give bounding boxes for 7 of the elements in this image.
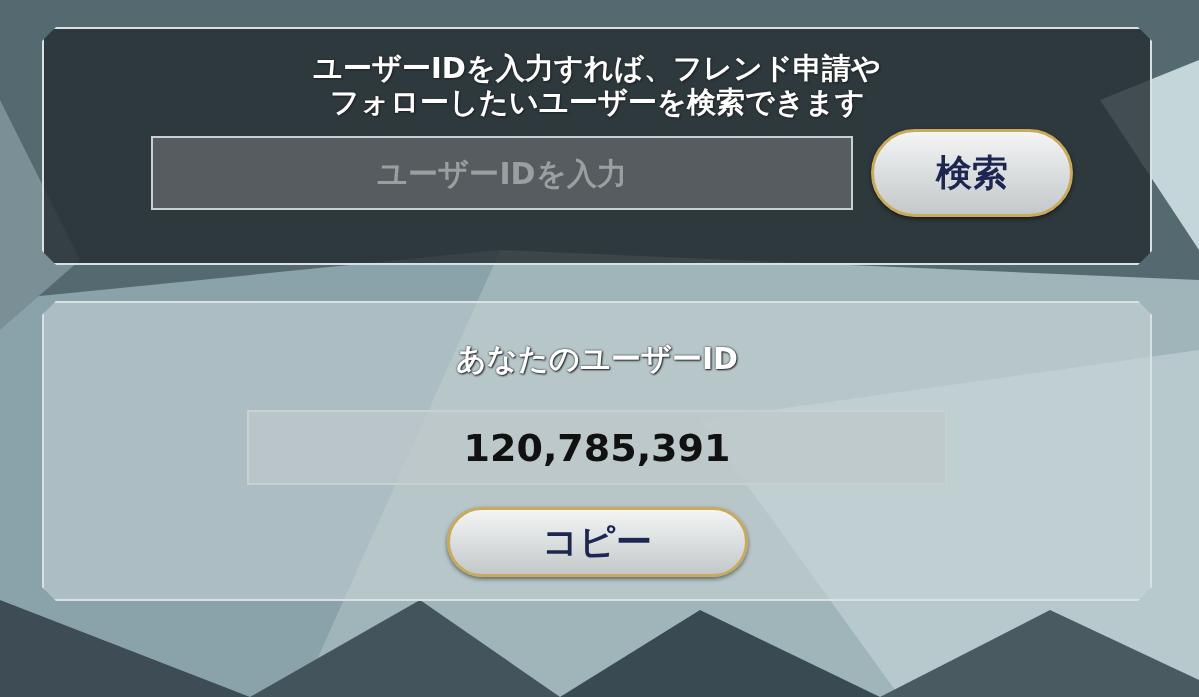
id-field[interactable]: 120,785,391 xyxy=(247,410,947,485)
panel-title: あなたのユーザーID xyxy=(455,340,739,378)
instruction-text: ユーザーIDを入力すれば、フレンド申請や xyxy=(313,51,881,85)
instruction-text: フォローしたいユーザーを検索できます xyxy=(329,85,865,119)
id-field[interactable]: ユーザーIDを入力 xyxy=(151,136,853,210)
copy-button[interactable]: コピー xyxy=(446,507,748,577)
search-button[interactable]: 検索 xyxy=(871,129,1073,217)
